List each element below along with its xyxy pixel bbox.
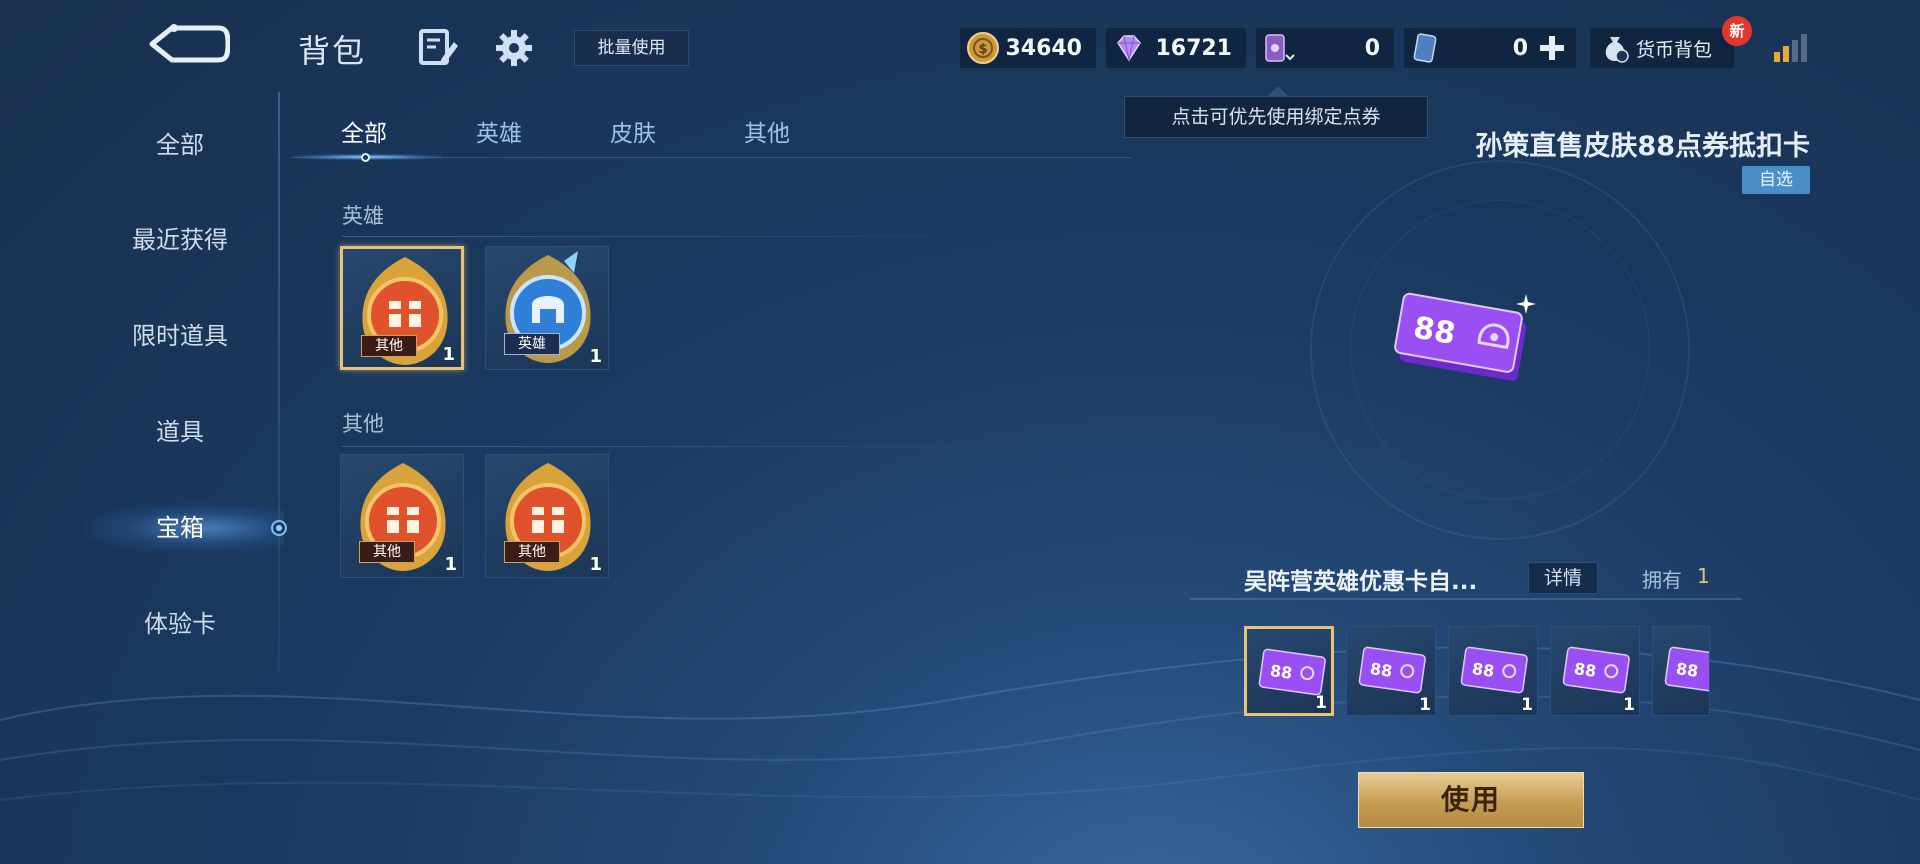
voucher-option-label: 88 [1369, 659, 1394, 681]
diamond-icon [1117, 35, 1141, 62]
section-label-other: 其他 [342, 412, 384, 436]
voucher-option-label: 88 [1675, 659, 1700, 681]
voucher-option[interactable]: 88 1 [1448, 626, 1538, 716]
plus-icon[interactable] [1538, 34, 1566, 62]
tab-skin[interactable]: 皮肤 [610, 114, 656, 148]
sidebar-item-recent[interactable]: 最近获得 [90, 215, 270, 265]
sidebar-item-limited[interactable]: 限时道具 [90, 311, 270, 361]
coin-balance[interactable]: $ 34640 [960, 28, 1096, 68]
item-group-name: 吴阵营英雄优惠卡自... [1244, 569, 1478, 595]
card-icon [1413, 33, 1437, 63]
chest-item[interactable]: 其他 1 [340, 246, 464, 370]
card-balance[interactable]: 0 [1404, 28, 1576, 68]
signal-icon [1774, 34, 1807, 62]
item-count: 1 [589, 346, 602, 367]
edit-icon[interactable] [418, 28, 460, 66]
item-category-tag: 其他 [504, 541, 560, 563]
sidebar-item-items[interactable]: 道具 [90, 407, 270, 457]
section-label-hero: 英雄 [342, 204, 384, 228]
voucher-option[interactable]: 88 1 [1346, 626, 1436, 716]
item-count: 1 [589, 554, 602, 575]
item-count: 1 [1521, 695, 1533, 715]
section-divider [342, 236, 1032, 237]
back-button[interactable] [140, 22, 230, 66]
sidebar-active-dot [271, 520, 287, 536]
details-button[interactable]: 详情 [1528, 562, 1598, 594]
tab-other[interactable]: 其他 [744, 114, 790, 148]
voucher-dropdown-icon [1265, 34, 1295, 62]
voucher-option-label: 88 [1269, 661, 1294, 683]
voucher-balance[interactable]: 0 [1256, 28, 1394, 68]
voucher-option-label: 88 [1471, 659, 1496, 681]
voucher-option[interactable]: 88 [1652, 626, 1710, 716]
new-badge: 新 [1722, 16, 1752, 46]
chest-item[interactable]: 其他 1 [340, 454, 464, 578]
item-count: 1 [1315, 693, 1327, 713]
tooltip-arrow [1268, 86, 1288, 96]
sidebar-item-trial-cards[interactable]: 体验卡 [90, 599, 270, 649]
item-category-tag: 其他 [359, 541, 415, 563]
item-category-tag: 英雄 [504, 333, 560, 355]
wallet-label: 货币背包 [1636, 38, 1713, 61]
tab-all[interactable]: 全部 [341, 114, 387, 148]
voucher-ticket-icon: 88 [1664, 646, 1709, 694]
tab-hero[interactable]: 英雄 [476, 114, 522, 148]
gold-coin-icon: $ [967, 32, 999, 64]
money-bag-icon [1605, 37, 1629, 63]
ticket-number: 88 [1411, 310, 1458, 352]
item-category-tag: 其他 [361, 335, 417, 357]
item-count: 1 [442, 344, 455, 365]
detail-title: 孙策直售皮肤88点券抵扣卡 [1475, 131, 1810, 162]
tab-active-dot [361, 153, 370, 162]
item-count: 1 [444, 554, 457, 575]
voucher-option[interactable]: 88 1 [1550, 626, 1640, 716]
gem-amount: 16721 [1155, 35, 1232, 61]
wallet-button[interactable]: 货币背包 [1590, 28, 1734, 68]
coin-amount: 34640 [1005, 35, 1082, 61]
svg-text:$: $ [978, 42, 987, 57]
section-divider [342, 446, 1032, 447]
sidebar-item-all[interactable]: 全部 [90, 120, 270, 170]
voucher-option-label: 88 [1573, 659, 1598, 681]
page-title: 背包 [298, 32, 367, 70]
group-divider [1190, 598, 1742, 600]
voucher-ticket-icon: 88 [1394, 292, 1536, 381]
sidebar-divider [278, 92, 280, 672]
item-count: 1 [1623, 695, 1635, 715]
chest-item[interactable]: 其他 1 [485, 454, 609, 578]
voucher-amount: 0 [1364, 35, 1380, 61]
gear-icon[interactable] [494, 28, 534, 68]
use-button[interactable]: 使用 [1358, 772, 1584, 828]
batch-use-button[interactable]: 批量使用 [574, 30, 689, 66]
item-count: 1 [1419, 695, 1431, 715]
own-count: 1 [1697, 564, 1710, 588]
own-label: 拥有 [1642, 568, 1682, 592]
select-tag: 自选 [1742, 166, 1810, 194]
voucher-tooltip: 点击可优先使用绑定点券 [1124, 96, 1428, 138]
gem-balance[interactable]: 16721 [1106, 28, 1246, 68]
chest-item[interactable]: 英雄 1 [485, 246, 609, 370]
voucher-option[interactable]: 88 1 [1244, 626, 1334, 716]
sidebar-item-chests[interactable]: 宝箱 [90, 503, 270, 553]
